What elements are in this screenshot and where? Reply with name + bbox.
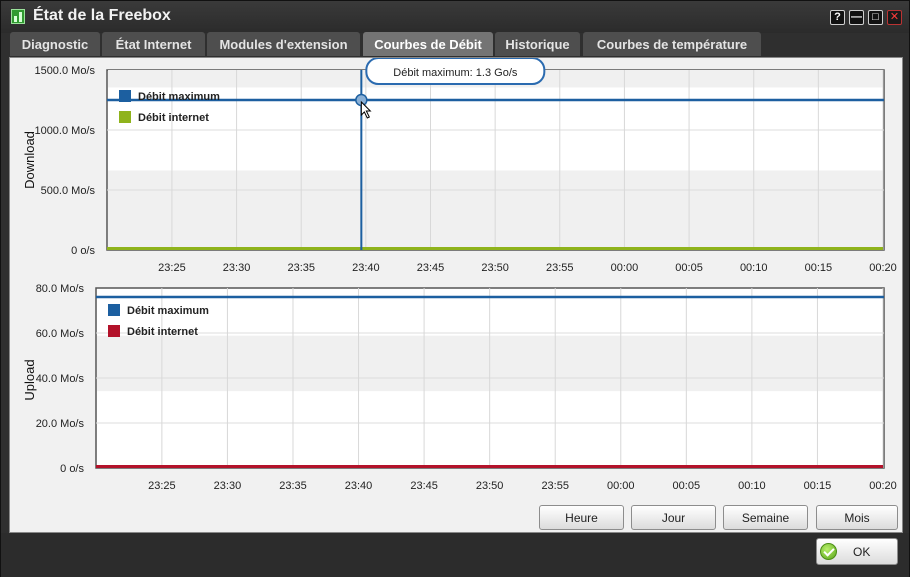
tab-historique[interactable]: Historique (495, 32, 580, 56)
y-tick-label: 40.0 Mo/s (36, 373, 85, 385)
legend-swatch (119, 111, 131, 123)
close-button[interactable]: ✕ (887, 10, 902, 25)
y-tick-label: 500.0 Mo/s (41, 185, 96, 197)
legend-entry: Débit internet (127, 326, 198, 338)
x-tick-label: 00:05 (673, 480, 701, 492)
legend-swatch (108, 304, 120, 316)
ok-button[interactable]: OK (816, 538, 898, 565)
x-tick-label: 00:00 (607, 480, 635, 492)
x-tick-label: 00:15 (805, 262, 833, 274)
maximize-button[interactable]: □ (868, 10, 883, 25)
x-tick-label: 23:25 (158, 262, 186, 274)
ok-button-label: OK (853, 545, 871, 559)
y-axis-label: Upload (22, 359, 37, 400)
legend-entry: Débit maximum (138, 91, 220, 103)
x-tick-label: 00:05 (675, 262, 703, 274)
freebox-status-window: État de la Freebox ? — □ ✕ Diagnostic Ét… (0, 0, 910, 577)
minimize-button[interactable]: — (849, 10, 864, 25)
range-heure-button[interactable]: Heure (539, 505, 624, 530)
legend-entry: Débit internet (138, 112, 209, 124)
x-tick-label: 23:55 (541, 480, 569, 492)
legend-swatch (108, 325, 120, 337)
x-tick-label: 00:10 (738, 480, 766, 492)
range-semaine-button[interactable]: Semaine (723, 505, 808, 530)
title-bar[interactable]: État de la Freebox ? — □ ✕ (1, 1, 909, 33)
x-tick-label: 23:50 (481, 262, 509, 274)
range-mois-button[interactable]: Mois (816, 505, 898, 530)
x-tick-label: 00:10 (740, 262, 768, 274)
x-tick-label: 23:45 (417, 262, 445, 274)
x-tick-label: 00:15 (804, 480, 832, 492)
help-button[interactable]: ? (830, 10, 845, 25)
y-tick-label: 1500.0 Mo/s (34, 65, 95, 77)
y-tick-label: 1000.0 Mo/s (34, 125, 95, 137)
x-tick-label: 23:40 (352, 262, 380, 274)
window-title: État de la Freebox (33, 7, 171, 24)
freebox-app-icon (11, 9, 25, 24)
tab-modules-extension[interactable]: Modules d'extension (207, 32, 360, 56)
x-tick-label: 23:35 (279, 480, 307, 492)
check-icon (820, 543, 837, 560)
x-tick-label: 00:20 (869, 480, 897, 492)
x-tick-label: 23:35 (287, 262, 315, 274)
tab-courbes-temperature[interactable]: Courbes de température (583, 32, 761, 56)
y-axis-label: Download (22, 131, 37, 189)
x-tick-label: 00:00 (611, 262, 639, 274)
x-tick-label: 23:30 (214, 480, 242, 492)
y-tick-label: 60.0 Mo/s (36, 328, 85, 340)
legend-entry: Débit maximum (127, 305, 209, 317)
x-tick-label: 23:50 (476, 480, 504, 492)
x-tick-label: 23:40 (345, 480, 373, 492)
x-tick-label: 23:25 (148, 480, 176, 492)
x-tick-label: 23:30 (223, 262, 251, 274)
x-tick-label: 23:55 (546, 262, 574, 274)
y-tick-label: 0 o/s (60, 463, 84, 475)
tab-bar: Diagnostic État Internet Modules d'exten… (1, 31, 909, 57)
tab-etat-internet[interactable]: État Internet (102, 32, 205, 56)
charts-panel: 1500.0 Mo/s 1000.0 Mo/s 500.0 Mo/s 0 o/s 23:… (9, 57, 903, 533)
tooltip-text: Débit maximum: 1.3 Go/s (393, 67, 518, 79)
y-tick-label: 20.0 Mo/s (36, 418, 85, 430)
throughput-charts: 1500.0 Mo/s 1000.0 Mo/s 500.0 Mo/s 0 o/s 23:… (22, 58, 897, 492)
dialog-footer (1, 533, 909, 577)
y-tick-label: 80.0 Mo/s (36, 283, 85, 295)
legend-swatch (119, 90, 131, 102)
range-jour-button[interactable]: Jour (631, 505, 716, 530)
y-tick-label: 0 o/s (71, 245, 95, 257)
tab-courbes-debit[interactable]: Courbes de Débit (363, 32, 493, 56)
tab-diagnostic[interactable]: Diagnostic (10, 32, 100, 56)
x-tick-label: 00:20 (869, 262, 897, 274)
x-tick-label: 23:45 (410, 480, 438, 492)
